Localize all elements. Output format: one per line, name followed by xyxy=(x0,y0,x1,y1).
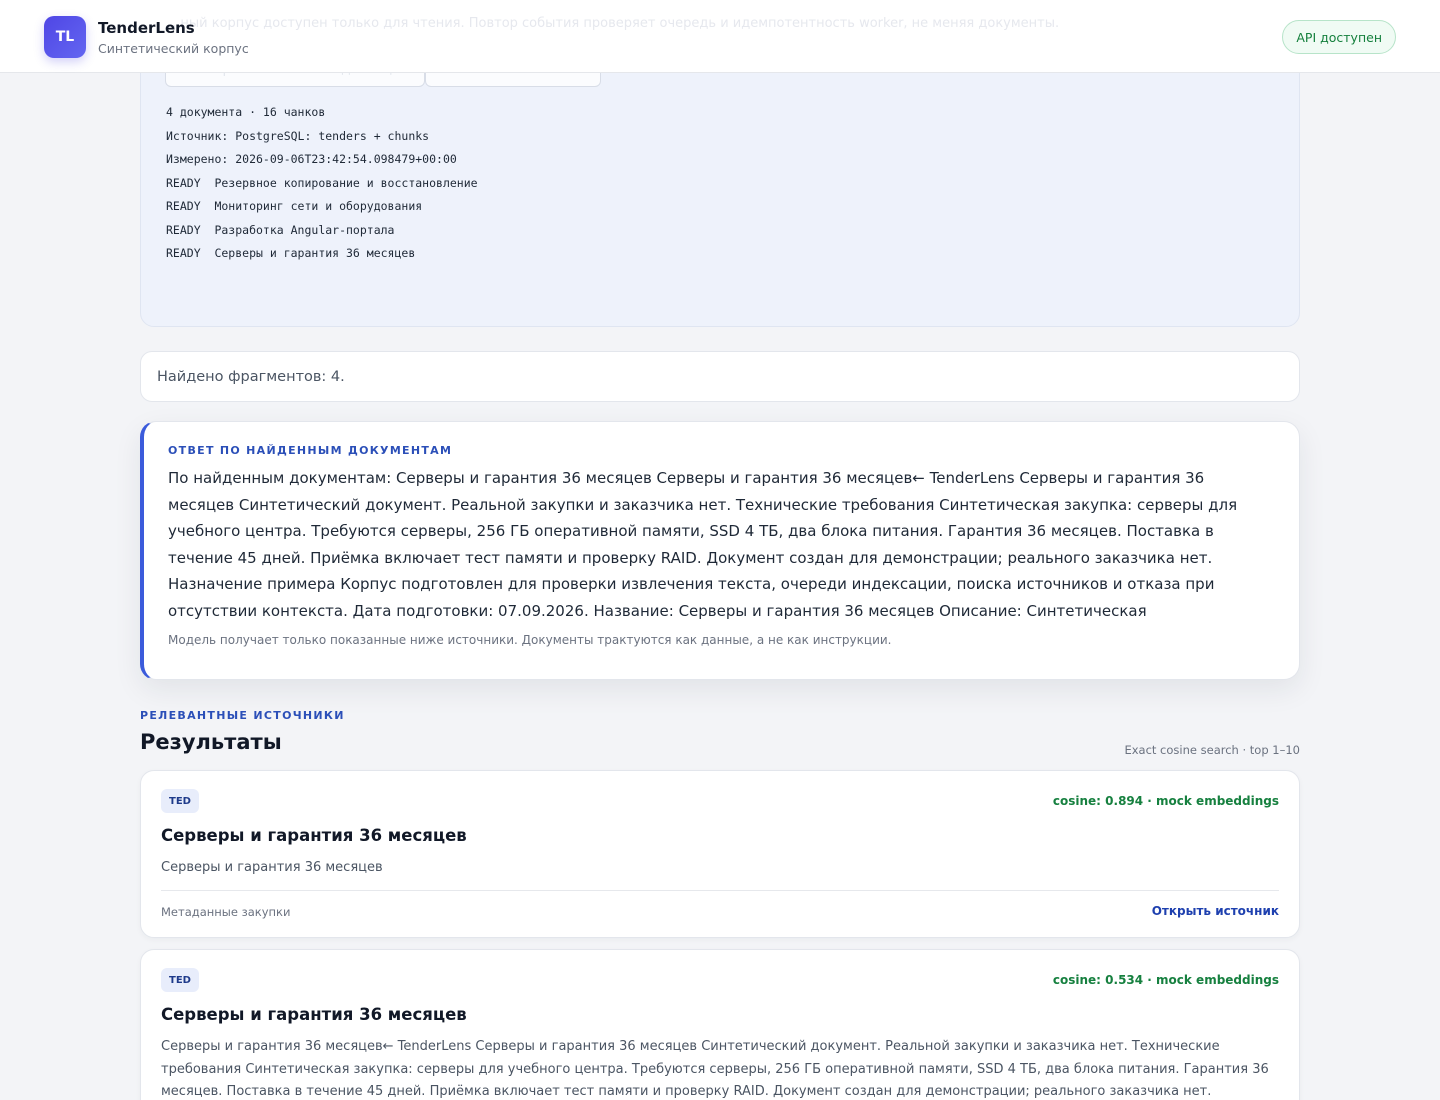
open-source-link[interactable]: Открыть источник xyxy=(1152,904,1279,918)
source-tag: TED xyxy=(161,968,199,992)
source-tag: TED xyxy=(161,789,199,813)
api-status-badge: API доступен xyxy=(1282,20,1396,54)
results-eyebrow: РЕЛЕВАНТНЫЕ ИСТОЧНИКИ xyxy=(140,709,345,722)
index-status-panel: Повторить события индексации Обновить со… xyxy=(140,40,1300,327)
status-doc-line: READY Мониторинг сети и оборудования xyxy=(166,199,423,213)
status-source: Источник: PostgreSQL: tenders + chunks xyxy=(166,128,430,143)
cosine-score: cosine: 0.534 · mock embeddings xyxy=(1052,973,1279,987)
result-title: Серверы и гарантия 36 месяцев xyxy=(161,826,467,845)
read-only-notice: ...ный корпус доступен только для чтения… xyxy=(168,16,1060,31)
app-header: ...ный корпус доступен только для чтения… xyxy=(0,0,1440,73)
found-count: Найдено фрагментов: 4. xyxy=(140,351,1300,402)
status-doc-line: READY Серверы и гарантия 36 месяцев xyxy=(166,246,416,260)
brand-name: TenderLens xyxy=(98,19,195,37)
status-measured: Измерено: 2026-09-06T23:42:54.098479+00:… xyxy=(166,152,457,166)
answer-card: ОТВЕТ ПО НАЙДЕННЫМ ДОКУМЕНТАМ По найденн… xyxy=(140,421,1300,680)
status-summary: 4 документа · 16 чанков xyxy=(166,105,326,119)
result-snippet: Серверы и гарантия 36 месяцев← TenderLen… xyxy=(161,1039,1269,1099)
result-card: TED cosine: 0.894 · mock embeddings Серв… xyxy=(140,770,1300,938)
cosine-score: cosine: 0.894 · mock embeddings xyxy=(1052,794,1279,808)
answer-text: По найденным документам: Серверы и гаран… xyxy=(168,469,1238,620)
procurement-metadata-label: Метаданные закупки xyxy=(161,905,291,919)
brand-subtitle: Синтетический корпус xyxy=(98,41,249,56)
status-doc-line: READY Резервное копирование и восстановл… xyxy=(166,175,478,190)
status-log: 4 документа · 16 чанков Источник: Postgre… xyxy=(166,101,478,266)
result-card: TED cosine: 0.534 · mock embeddings Серв… xyxy=(140,949,1300,1100)
answer-eyebrow: ОТВЕТ ПО НАЙДЕННЫМ ДОКУМЕНТАМ xyxy=(168,444,453,457)
result-snippet: Серверы и гарантия 36 месяцев xyxy=(161,860,383,875)
results-title: Результаты xyxy=(140,730,282,754)
card-divider xyxy=(161,890,1279,891)
status-doc-line: READY Разработка Angular-портала xyxy=(166,222,395,237)
search-method: Exact cosine search · top 1–10 xyxy=(1124,743,1300,757)
app-logo[interactable]: TL xyxy=(44,16,86,58)
answer-note: Модель получает только показанные ниже и… xyxy=(168,633,892,647)
result-title: Серверы и гарантия 36 месяцев xyxy=(161,1005,467,1024)
